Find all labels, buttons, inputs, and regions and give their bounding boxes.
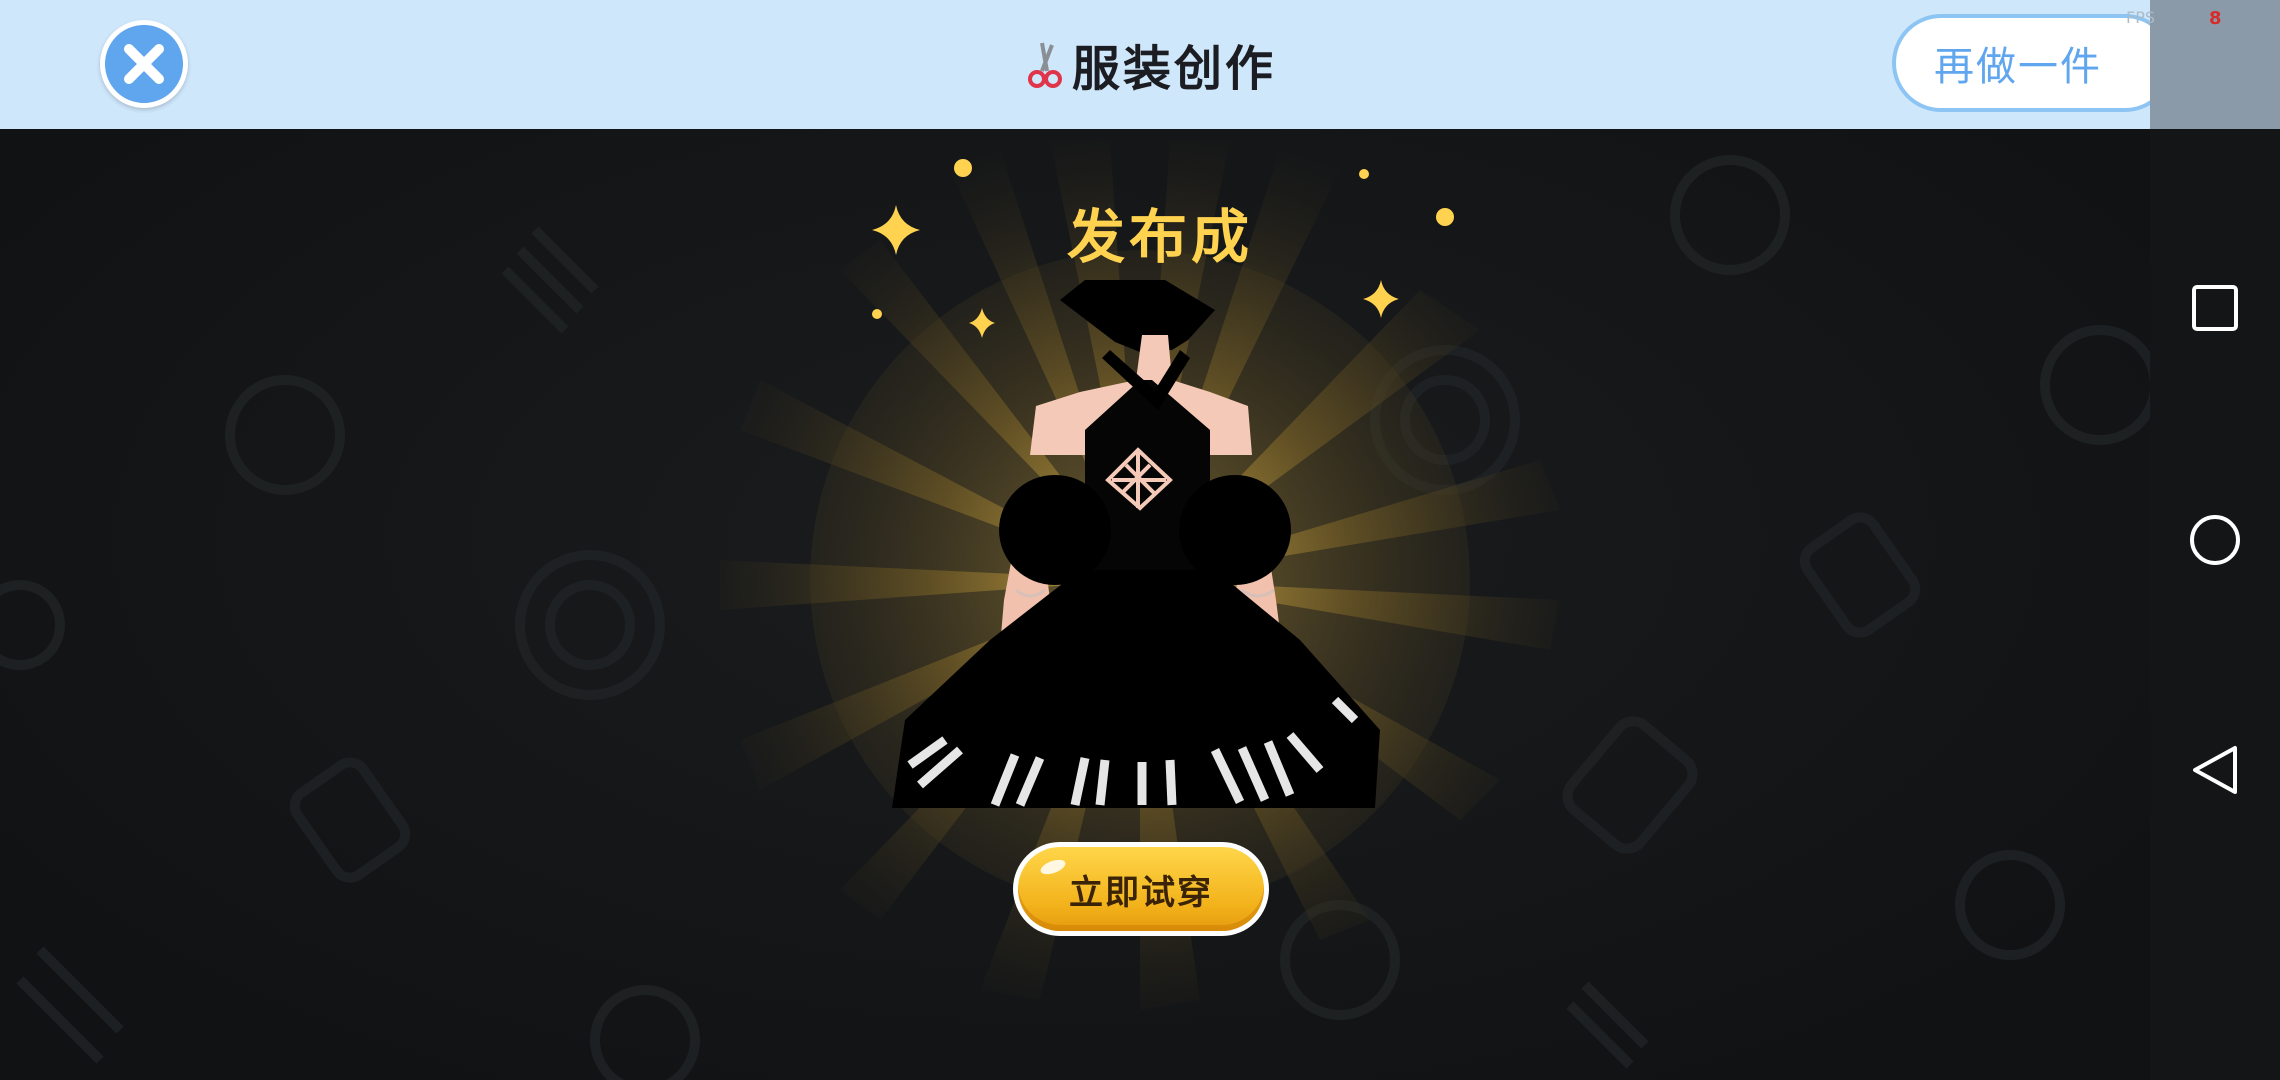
try-on-label: 立即试穿 [1069,872,1213,913]
sparkle-dot [954,159,972,177]
main-stage: 发布成功 [0,0,2150,1080]
page-title: 服装创作 [1072,41,1277,97]
close-icon [124,44,164,84]
square-icon [2192,285,2238,331]
home-button[interactable] [2185,510,2245,570]
make-another-button[interactable]: 再做一件 [1892,14,2150,112]
triangle-back-icon [2193,746,2237,794]
dress-model-preview [892,280,1380,808]
fps-label: FPS [2126,8,2156,27]
sparkle-dot [1359,169,1369,179]
circle-icon [2190,515,2240,565]
back-button[interactable] [2185,740,2245,800]
sparkle-star [872,205,920,255]
top-bar: 服装创作 再做一件 [0,0,2150,129]
sparkle-dot [1436,208,1454,226]
close-button[interactable] [100,20,188,108]
try-on-button[interactable]: 立即试穿 [1013,842,1269,936]
fps-value: 8 [2209,8,2222,29]
scissors-icon [1028,42,1062,88]
button-shine [1038,856,1068,878]
recent-apps-button[interactable] [2185,278,2245,338]
title-group: 服装创作 [1022,28,1276,100]
